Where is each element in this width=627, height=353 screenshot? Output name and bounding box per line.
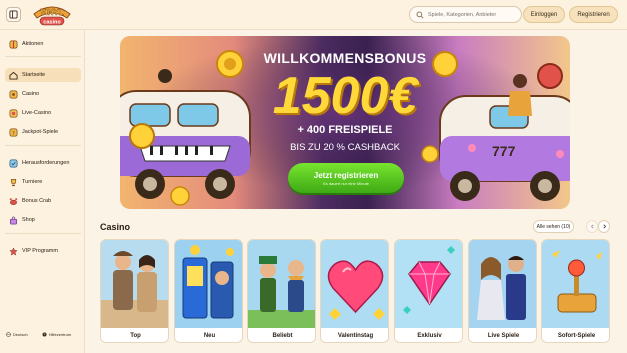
category-card-neu[interactable]: Neu bbox=[174, 239, 243, 343]
beliebt-card-art bbox=[248, 240, 315, 328]
sidebar-item-shop[interactable]: Shop bbox=[5, 213, 81, 227]
sidebar: Aktionen Startseite Casino Live-Casino 7… bbox=[0, 30, 85, 353]
sidebar-divider bbox=[5, 145, 81, 146]
free-spins-text: + 400 FREISPIELE bbox=[297, 124, 393, 136]
login-button[interactable]: Einloggen bbox=[523, 6, 565, 23]
svg-text:casino: casino bbox=[43, 19, 61, 25]
sidebar-divider bbox=[5, 233, 81, 234]
welcome-bonus-banner[interactable]: 777 WILLKOMMENSBONUS 1500€ + 400 FREISPI… bbox=[120, 36, 570, 209]
sidebar-item-bonus-crab[interactable]: Bonus Crab bbox=[5, 194, 81, 208]
home-icon bbox=[8, 70, 18, 80]
sidebar-item-label: Startseite bbox=[22, 72, 46, 78]
search-icon bbox=[416, 10, 424, 19]
svg-text:7: 7 bbox=[12, 130, 15, 136]
sidebar-divider bbox=[5, 56, 81, 57]
card-label: Live Spiele bbox=[469, 328, 536, 342]
sidebar-toggle-icon bbox=[9, 10, 18, 19]
exklusiv-card-art bbox=[395, 240, 462, 328]
challenge-icon bbox=[8, 158, 18, 168]
card-label: Exklusiv bbox=[395, 328, 462, 342]
sidebar-item-label: Turniere bbox=[22, 179, 43, 185]
jackpot-icon: 7 bbox=[8, 127, 18, 137]
card-label: Neu bbox=[175, 328, 242, 342]
casino-icon bbox=[8, 89, 18, 99]
sidebar-item-casino[interactable]: Casino bbox=[5, 87, 81, 101]
sidebar-item-label: Shop bbox=[22, 217, 35, 223]
sidebar-item-label: Casino bbox=[22, 91, 40, 97]
top-card-art bbox=[101, 240, 168, 328]
sidebar-item-jackpot[interactable]: 7 Jackpot-Spiele bbox=[5, 125, 81, 139]
live-spiele-card-art bbox=[469, 240, 536, 328]
language-label: Deutsch bbox=[13, 331, 28, 337]
sidebar-item-label: Herausforderungen bbox=[22, 160, 70, 166]
sidebar-item-vip[interactable]: VIP Programm bbox=[5, 244, 81, 258]
carousel-next-button[interactable] bbox=[598, 220, 610, 233]
help-label: Hilfezentrum bbox=[48, 331, 72, 337]
help-center-link[interactable]: ? Hilfezentrum bbox=[42, 332, 71, 337]
chevron-right-icon bbox=[602, 224, 606, 229]
sidebar-item-label: Live-Casino bbox=[22, 110, 52, 116]
register-button[interactable]: Registrieren bbox=[569, 6, 618, 23]
sidebar-item-herausforderungen[interactable]: Herausforderungen bbox=[5, 156, 81, 170]
register-now-button[interactable]: Jetzt registrieren Es dauert nur eine Mi… bbox=[288, 163, 404, 193]
sidebar-item-aktionen[interactable]: Aktionen bbox=[5, 37, 81, 51]
trophy-icon bbox=[8, 177, 18, 187]
language-selector[interactable]: Deutsch bbox=[6, 332, 28, 337]
cta-label: Jetzt registrieren bbox=[313, 170, 379, 180]
see-all-button[interactable]: Alle sehen (10) bbox=[533, 220, 574, 233]
shop-icon bbox=[8, 215, 18, 225]
sidebar-item-live-casino[interactable]: Live-Casino bbox=[5, 106, 81, 120]
svg-text:VINYL: VINYL bbox=[40, 8, 64, 17]
globe-icon bbox=[6, 331, 11, 337]
category-card-valentinstag[interactable]: Valentinstag bbox=[320, 239, 389, 343]
category-card-exklusiv[interactable]: Exklusiv bbox=[394, 239, 463, 343]
sidebar-item-label: Jackpot-Spiele bbox=[22, 129, 59, 135]
card-label: Beliebt bbox=[248, 328, 315, 342]
neu-card-art bbox=[175, 240, 242, 328]
cta-note: Es dauert nur eine Minute bbox=[323, 180, 369, 186]
sidebar-footer: Deutsch ? Hilfezentrum bbox=[0, 327, 85, 341]
category-card-beliebt[interactable]: Beliebt bbox=[247, 239, 316, 343]
top-header: VINYL casino Einloggen Registrieren bbox=[0, 0, 627, 30]
category-card-top[interactable]: Top bbox=[100, 239, 169, 343]
live-icon bbox=[8, 108, 18, 118]
bonus-amount: 1500€ bbox=[272, 67, 418, 125]
crab-icon bbox=[8, 196, 18, 206]
valentinstag-card-art bbox=[321, 240, 388, 328]
sidebar-item-label: Bonus Crab bbox=[22, 198, 52, 204]
menu-toggle-button[interactable] bbox=[6, 7, 21, 22]
svg-text:777: 777 bbox=[492, 143, 516, 159]
card-label: Valentinstag bbox=[321, 328, 388, 342]
casino-section-title: Casino bbox=[100, 222, 131, 232]
card-label: Sofort-Spiele bbox=[542, 328, 609, 342]
sidebar-item-label: Aktionen bbox=[22, 41, 44, 47]
sidebar-item-startseite[interactable]: Startseite bbox=[5, 68, 81, 82]
search-box[interactable] bbox=[409, 6, 522, 23]
cashback-text: BIS ZU 20 % CASHBACK bbox=[290, 142, 400, 153]
chevron-left-icon bbox=[590, 224, 594, 229]
sidebar-item-turniere[interactable]: Turniere bbox=[5, 175, 81, 189]
sidebar-item-label: VIP Programm bbox=[22, 248, 58, 254]
vip-icon bbox=[8, 246, 18, 256]
category-card-live-spiele[interactable]: Live Spiele bbox=[468, 239, 537, 343]
carousel-prev-button[interactable] bbox=[586, 220, 598, 233]
search-input[interactable] bbox=[428, 11, 521, 18]
banner-title: WILLKOMMENSBONUS bbox=[263, 50, 427, 66]
sofort-spiele-card-art bbox=[542, 240, 609, 328]
card-label: Top bbox=[101, 328, 168, 342]
vinyl-casino-logo[interactable]: VINYL casino bbox=[30, 2, 74, 28]
gift-icon bbox=[8, 39, 18, 49]
category-card-sofort-spiele[interactable]: Sofort-Spiele bbox=[541, 239, 610, 343]
help-icon: ? bbox=[42, 332, 47, 336]
